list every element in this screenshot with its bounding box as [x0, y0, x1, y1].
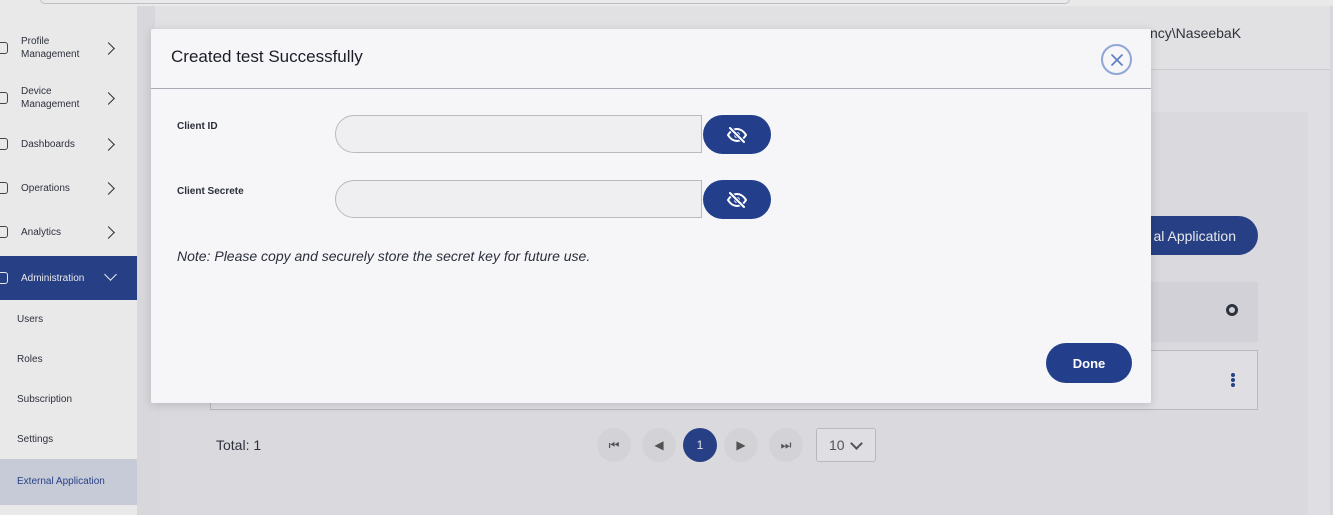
toggle-client-id-visibility-button[interactable]	[703, 115, 771, 154]
toggle-client-secret-visibility-button[interactable]	[703, 180, 771, 219]
eye-off-icon	[726, 191, 748, 208]
eye-off-icon	[726, 126, 748, 143]
client-id-label: Client ID	[177, 121, 218, 132]
dialog-title: Created test Successfully	[171, 47, 363, 66]
close-button[interactable]	[1101, 44, 1132, 75]
client-secret-label: Client Secrete	[177, 186, 244, 197]
close-icon	[1110, 53, 1123, 66]
client-secret-field[interactable]	[335, 180, 702, 218]
secret-note: Note: Please copy and securely store the…	[177, 248, 591, 264]
dialog-divider	[151, 88, 1151, 89]
client-id-field[interactable]	[335, 115, 702, 153]
created-dialog: Created test Successfully Client ID Clie…	[151, 29, 1151, 403]
done-button[interactable]: Done	[1046, 343, 1132, 383]
